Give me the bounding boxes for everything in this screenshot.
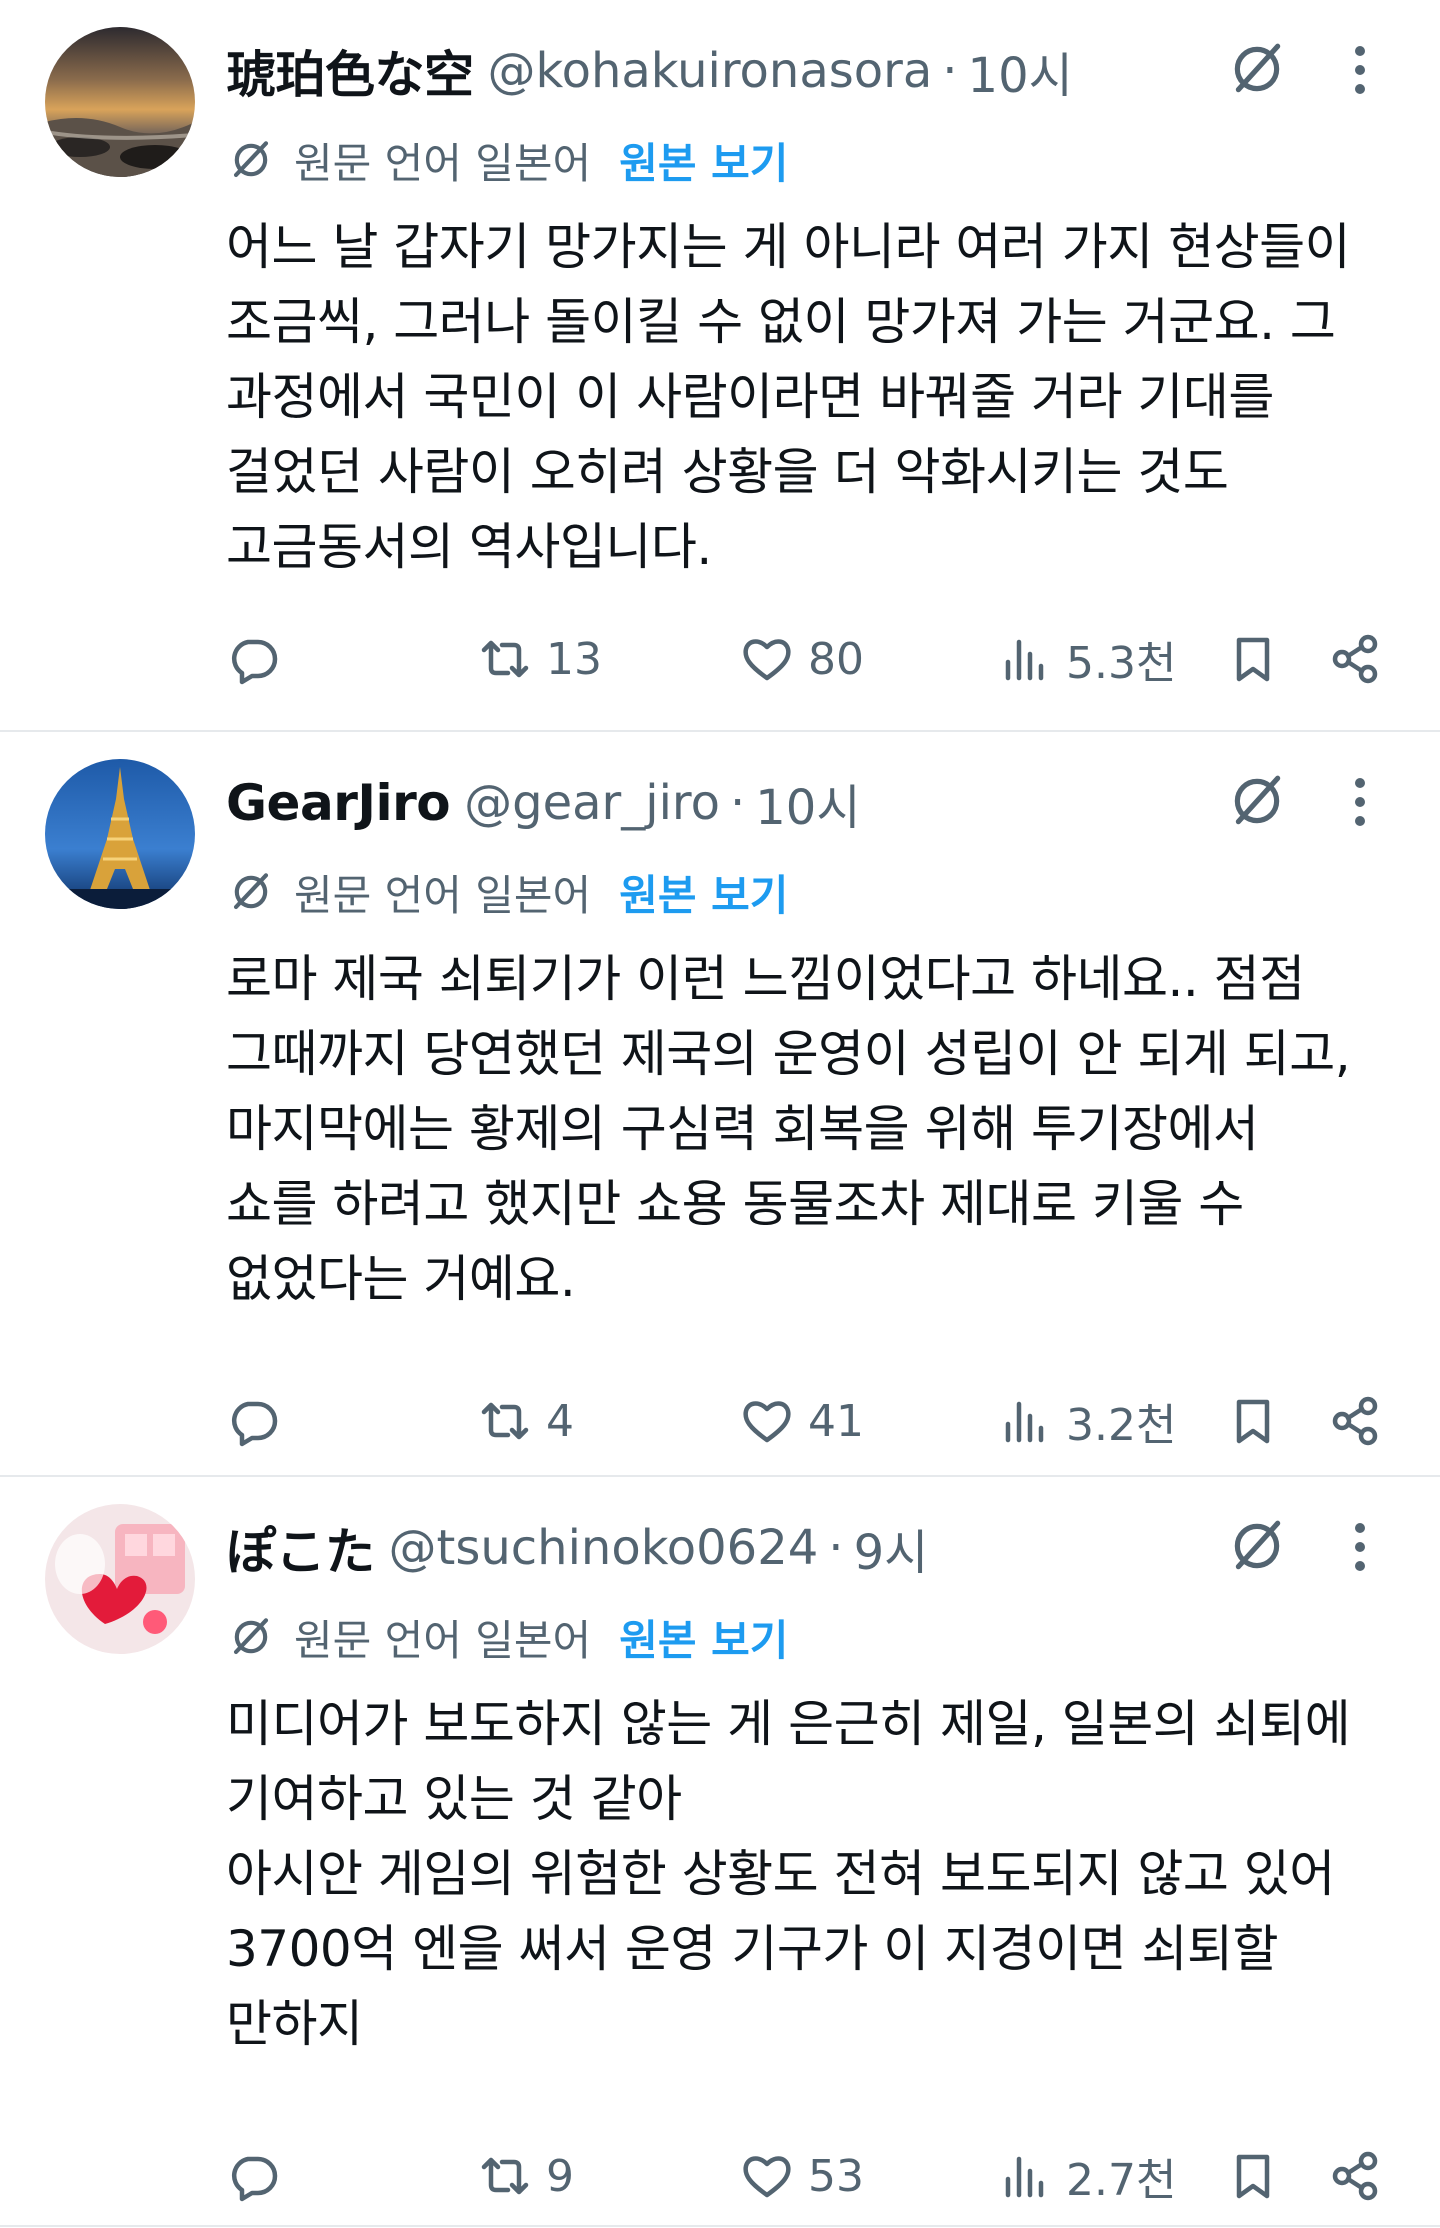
view-count: 2.7천 [1066,2155,1177,2206]
like-count: 53 [808,2150,864,2202]
separator-dot: · [828,1520,844,1576]
share-button[interactable] [1328,624,1382,694]
heart-icon [743,1401,791,1443]
heart-icon [743,2156,791,2198]
bookmark-button[interactable] [1226,1386,1280,1456]
grok-translate-icon [226,134,278,186]
reply-button[interactable] [226,624,280,694]
translation-note: 원문 언어 일본어 [294,138,592,188]
share-icon [1332,634,1378,684]
retweet-icon [481,2157,529,2195]
action-bar: 4 41 3.2천 [226,1386,1400,1456]
avatar[interactable] [45,1504,195,1654]
bookmark-button[interactable] [1226,624,1280,694]
like-button[interactable]: 41 [740,1386,864,1456]
view-count: 3.2천 [1066,1400,1177,1451]
tweet[interactable]: GearJiro @gear_jiro · 10시 원문 언어 일본어 원본 보… [0,732,1440,1477]
heart-icon [743,639,791,681]
share-button[interactable] [1328,2141,1382,2211]
display-name[interactable]: GearJiro [226,774,451,832]
retweet-button[interactable]: 4 [478,1386,574,1456]
views-icon [1005,1401,1044,1443]
retweet-icon [481,1402,529,1440]
bookmark-icon [1236,2154,1270,2199]
views-icon [1005,2156,1044,2198]
retweet-button[interactable]: 13 [478,624,602,694]
translation-note: 원문 언어 일본어 [294,870,592,920]
display-name[interactable]: 琥珀色な空 [226,35,474,107]
retweet-count: 9 [546,2150,574,2202]
display-name[interactable]: ぽこた [226,1512,375,1584]
reply-button[interactable] [226,1386,280,1456]
like-count: 80 [808,633,864,685]
reply-button[interactable] [226,2141,280,2211]
user-handle[interactable]: @kohakuironasora [488,43,933,99]
grok-icon[interactable] [1224,768,1290,834]
avatar[interactable] [45,759,195,909]
views-button[interactable]: 2.7천 [998,2141,1176,2211]
view-count: 5.3천 [1066,638,1177,689]
grok-icon[interactable] [1224,1513,1290,1579]
view-original-link[interactable]: 원본 보기 [619,862,788,923]
views-button[interactable]: 3.2천 [998,1386,1176,1456]
like-button[interactable]: 80 [740,624,864,694]
user-handle[interactable]: @gear_jiro [464,775,720,831]
more-options-icon[interactable] [1340,40,1380,100]
retweet-icon [481,640,529,678]
share-icon [1332,1396,1378,1446]
user-handle[interactable]: @tsuchinoko0624 [389,1520,819,1576]
more-options-icon[interactable] [1340,772,1380,832]
retweet-count: 13 [546,633,602,685]
reply-icon [231,639,278,685]
tweet[interactable]: ぽこた @tsuchinoko0624 · 9시 원문 언어 일본어 원본 보기… [0,1477,1440,2227]
view-original-link[interactable]: 원본 보기 [619,130,788,191]
share-icon [1332,2151,1378,2201]
retweet-count: 4 [546,1395,574,1447]
retweet-button[interactable]: 9 [478,2141,574,2211]
tweet-text: 어느 날 갑자기 망가지는 게 아니라 여러 가지 현상들이 조금씩, 그러나 … [226,218,1351,576]
reply-icon [231,1401,278,1447]
action-bar: 9 53 2.7천 [226,2141,1400,2211]
grok-translate-icon [226,866,278,918]
more-options-icon[interactable] [1340,1517,1380,1577]
views-button[interactable]: 5.3천 [998,624,1176,694]
action-bar: 13 80 5.3천 [226,624,1400,694]
share-button[interactable] [1328,1386,1382,1456]
grok-translate-icon [226,1611,278,1663]
timestamp[interactable]: 10시 [755,768,860,838]
like-button[interactable]: 53 [740,2141,864,2211]
separator-dot: · [942,43,958,99]
grok-icon[interactable] [1224,36,1290,102]
reply-icon [231,2156,278,2202]
avatar[interactable] [45,27,195,177]
tweet[interactable]: 琥珀色な空 @kohakuironasora · 10시 원문 언어 일본어 원… [0,0,1440,732]
views-icon [1005,639,1044,681]
bookmark-icon [1236,637,1270,682]
like-count: 41 [808,1395,864,1447]
tweet-text: 미디어가 보도하지 않는 게 은근히 제일, 일본의 쇠퇴에 기여하고 있는 것… [226,1695,1351,2053]
tweet-text: 로마 제국 쇠퇴기가 이런 느낌이었다고 하네요.. 점점 그때까지 당연했던 … [226,950,1351,1308]
translation-note: 원문 언어 일본어 [294,1615,592,1665]
view-original-link[interactable]: 원본 보기 [619,1607,788,1668]
bookmark-button[interactable] [1226,2141,1280,2211]
timestamp[interactable]: 9시 [854,1513,929,1583]
bookmark-icon [1236,1399,1270,1444]
timestamp[interactable]: 10시 [968,36,1073,106]
separator-dot: · [729,775,746,831]
